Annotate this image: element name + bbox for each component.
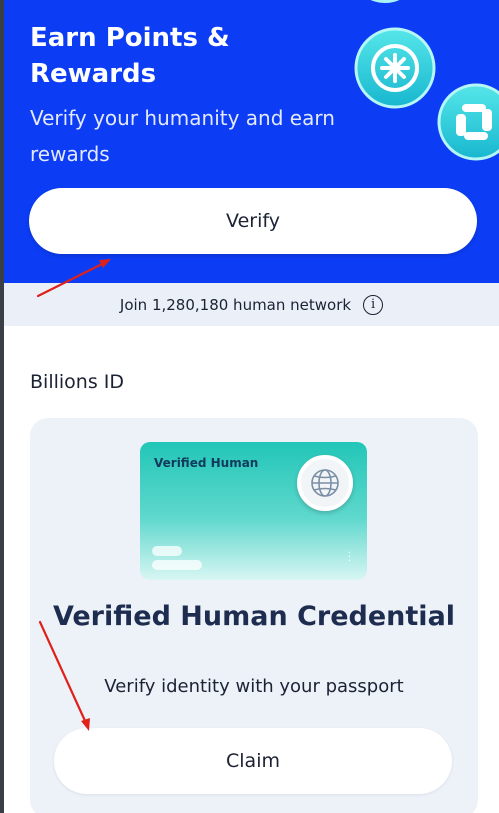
card-placeholder-line <box>152 560 202 570</box>
hero-subtitle: Verify your humanity and earn rewards <box>30 106 335 166</box>
section-title: Billions ID <box>30 371 124 393</box>
card-dots-icon: · · · <box>347 548 351 567</box>
credential-subtitle: Verify identity with your passport <box>104 676 404 697</box>
claim-button[interactable]: Claim <box>54 728 452 794</box>
id-card-image: Verified Human · · · <box>140 442 367 580</box>
card-placeholder-line <box>152 546 182 556</box>
coin-decoration-icon <box>350 0 420 6</box>
verify-button[interactable]: Verify <box>29 188 477 254</box>
shield-badge-icon <box>437 83 499 161</box>
rewards-hero: Earn Points & Rewards Verify your humani… <box>4 0 499 283</box>
credential-title: Verified Human Credential <box>52 601 456 632</box>
asterisk-badge-icon <box>354 27 436 109</box>
rewards-panel: Earn Points & Rewards Verify your humani… <box>4 0 499 813</box>
network-count-text: Join 1,280,180 human network <box>119 295 352 314</box>
globe-icon <box>297 455 353 511</box>
info-icon[interactable]: i <box>363 294 384 315</box>
credential-card: Verified Human · · · Verified Human Creden… <box>30 418 478 813</box>
hero-title: Earn Points & Rewards <box>30 23 230 89</box>
id-card-label: Verified Human <box>154 456 259 470</box>
network-banner: Join 1,280,180 human network i <box>4 283 499 326</box>
